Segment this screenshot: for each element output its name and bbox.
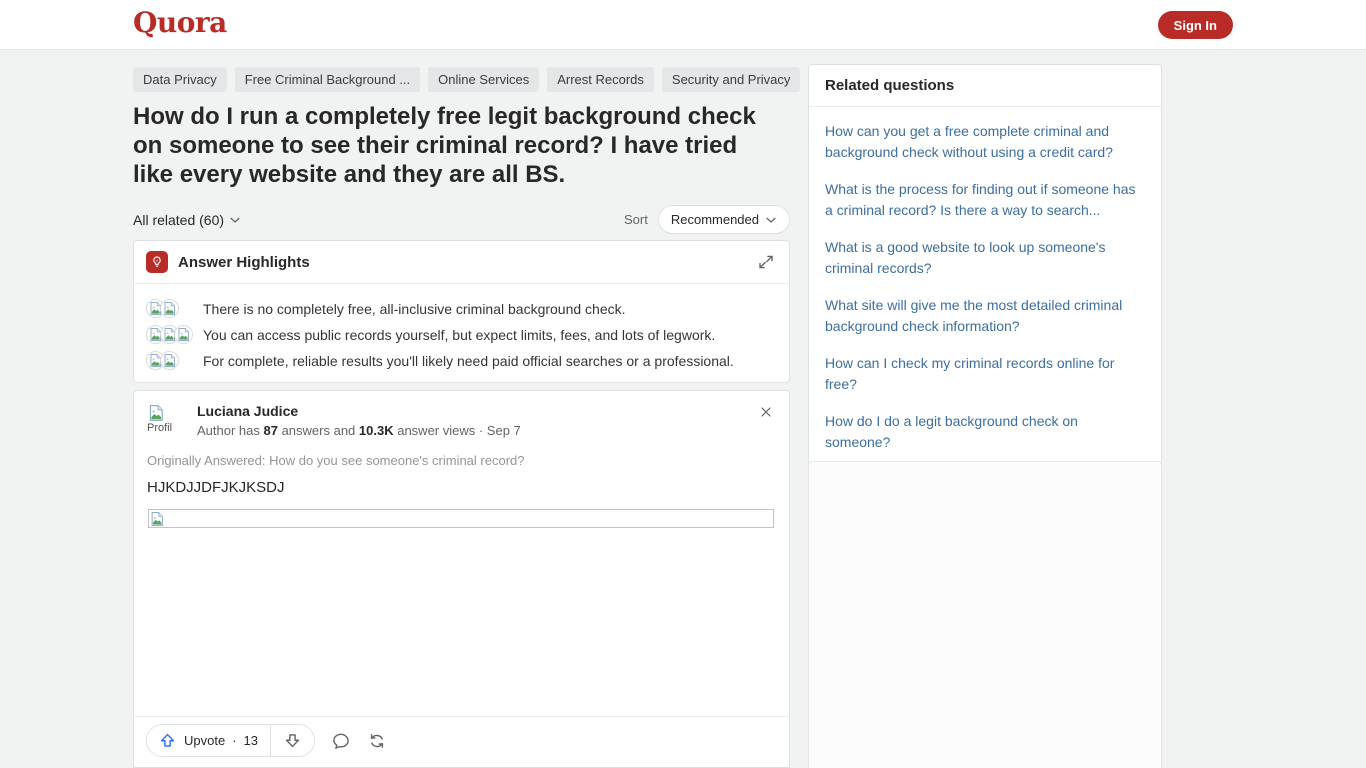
related-question-link[interactable]: What is a good website to look up someon… <box>825 237 1145 279</box>
answer-action-bar: Upvote · 13 <box>134 716 789 767</box>
highlight-text[interactable]: For complete, reliable results you'll li… <box>203 353 734 369</box>
answer-highlights-body: There is no completely free, all-inclusi… <box>134 284 789 382</box>
upvote-label: Upvote <box>184 733 226 748</box>
meta-text: Author has <box>197 423 264 438</box>
answer-highlights-card: Answer Highlights There is no completely… <box>133 240 790 383</box>
related-question-link[interactable]: How do I do a legit background check on … <box>825 411 1145 453</box>
answer-body-text: HJKDJJDFJKJKSDJ <box>147 479 285 496</box>
meta-text: answers and <box>277 423 359 438</box>
related-questions-list: How can you get a free complete criminal… <box>809 107 1161 471</box>
avatar-cluster <box>146 325 203 344</box>
answer-header: Profil Luciana Judice Author has 87 answ… <box>134 391 789 443</box>
filter-bar: All related (60) Sort Recommended <box>133 204 790 235</box>
broken-avatar-icon <box>160 299 179 318</box>
upvote-count: 13 <box>243 733 259 748</box>
highlight-row: For complete, reliable results you'll li… <box>146 351 777 370</box>
upvote-button[interactable]: Upvote · 13 <box>147 725 271 756</box>
related-questions-title: Related questions <box>809 65 1161 107</box>
meta-date: answer views · Sep 7 <box>393 423 521 438</box>
sort-group: Sort Recommended <box>624 205 790 234</box>
all-related-label: All related (60) <box>133 211 225 228</box>
upvote-separator: · <box>232 733 237 748</box>
highlight-row: There is no completely free, all-inclusi… <box>146 299 777 318</box>
upvote-arrow-icon <box>160 733 175 747</box>
views-count: 10.3K <box>358 423 394 438</box>
downvote-button[interactable] <box>271 725 315 756</box>
avatar-alt-text: Profil <box>147 422 173 434</box>
expand-icon[interactable] <box>757 252 777 272</box>
answer-empty-space <box>134 528 789 716</box>
chevron-down-icon <box>230 217 240 223</box>
avatar-cluster <box>146 351 203 370</box>
related-question-link[interactable]: What is the process for finding out if s… <box>825 179 1145 221</box>
related-questions-card: Related questions How can you get a free… <box>808 64 1162 472</box>
broken-avatar-icon <box>174 325 193 344</box>
broken-image-icon <box>151 511 163 526</box>
avatar-cluster <box>146 299 203 318</box>
author-meta: Author has 87 answers and 10.3K answer v… <box>197 423 521 438</box>
related-question-link[interactable]: What site will give me the most detailed… <box>825 295 1145 337</box>
highlight-text[interactable]: You can access public records yourself, … <box>203 327 715 343</box>
answer-highlights-title: Answer Highlights <box>178 253 310 271</box>
topic-tag[interactable]: Online Services <box>428 67 540 92</box>
author-name-link[interactable]: Luciana Judice <box>197 403 521 419</box>
broken-answer-image <box>148 509 774 528</box>
quora-logo[interactable]: Quora <box>133 6 227 39</box>
highlight-text[interactable]: There is no completely free, all-inclusi… <box>203 301 626 317</box>
topic-tag[interactable]: Free Criminal Background ... <box>234 67 421 92</box>
comment-icon[interactable] <box>331 731 351 751</box>
all-related-dropdown[interactable]: All related (60) <box>133 212 241 228</box>
downvote-arrow-icon <box>285 734 300 748</box>
topic-tag[interactable]: Data Privacy <box>133 67 227 92</box>
sort-label: Sort <box>624 212 648 227</box>
originally-answered-text: Originally Answered: How do you see some… <box>147 453 525 468</box>
repost-icon[interactable] <box>367 731 387 751</box>
answer-highlights-header: Answer Highlights <box>134 241 789 284</box>
related-question-link[interactable]: How can you get a free complete criminal… <box>825 121 1145 163</box>
lightbulb-icon <box>146 251 168 273</box>
broken-image-icon <box>149 405 163 421</box>
answer-card: Profil Luciana Judice Author has 87 answ… <box>133 390 790 768</box>
question-title: How do I run a completely free legit bac… <box>133 103 756 188</box>
topic-tag[interactable]: Security and Privacy <box>661 67 801 92</box>
empty-ad-card <box>808 461 1162 768</box>
topic-tags-row: Data Privacy Free Criminal Background ..… <box>133 67 847 92</box>
topic-tag[interactable]: Arrest Records <box>547 67 654 92</box>
highlight-row: You can access public records yourself, … <box>146 325 777 344</box>
chevron-down-icon <box>766 217 776 223</box>
sort-dropdown[interactable]: Recommended <box>657 205 790 234</box>
vote-pill: Upvote · 13 <box>146 724 316 757</box>
broken-avatar-icon <box>160 351 179 370</box>
sort-value: Recommended <box>670 212 759 227</box>
answer-author-block: Luciana Judice Author has 87 answers and… <box>197 403 521 443</box>
top-navigation-bar: Quora Sign In <box>0 0 1366 50</box>
related-question-link[interactable]: How can I check my criminal records onli… <box>825 353 1145 395</box>
answers-count: 87 <box>263 423 278 438</box>
sign-in-button[interactable]: Sign In <box>1157 11 1233 39</box>
close-icon[interactable] <box>758 403 776 421</box>
broken-profile-avatar[interactable]: Profil <box>147 403 187 443</box>
